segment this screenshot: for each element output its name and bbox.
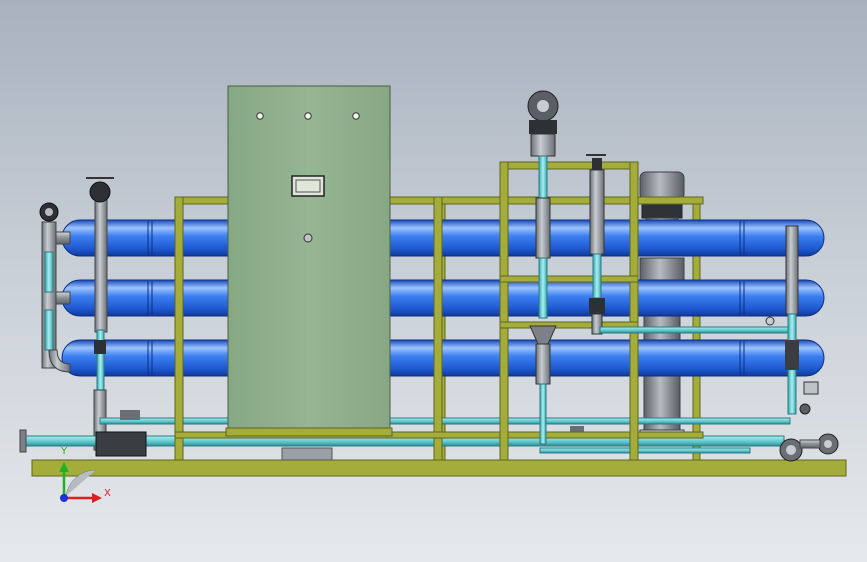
ro-system-model <box>19 85 847 503</box>
indicator-light <box>304 112 312 120</box>
z-axis-dot <box>60 494 68 502</box>
selector-switch <box>303 233 313 243</box>
cad-viewport[interactable]: Y X <box>0 0 867 562</box>
permeate-valve-assembly <box>527 90 559 445</box>
control-cabinet <box>225 85 393 461</box>
base-skid <box>31 459 847 477</box>
indicator-light <box>256 112 264 120</box>
axis-label-y: Y <box>61 446 68 457</box>
indicator-light <box>352 112 360 120</box>
display-panel <box>291 175 325 197</box>
axis-label-x: X <box>104 488 111 499</box>
